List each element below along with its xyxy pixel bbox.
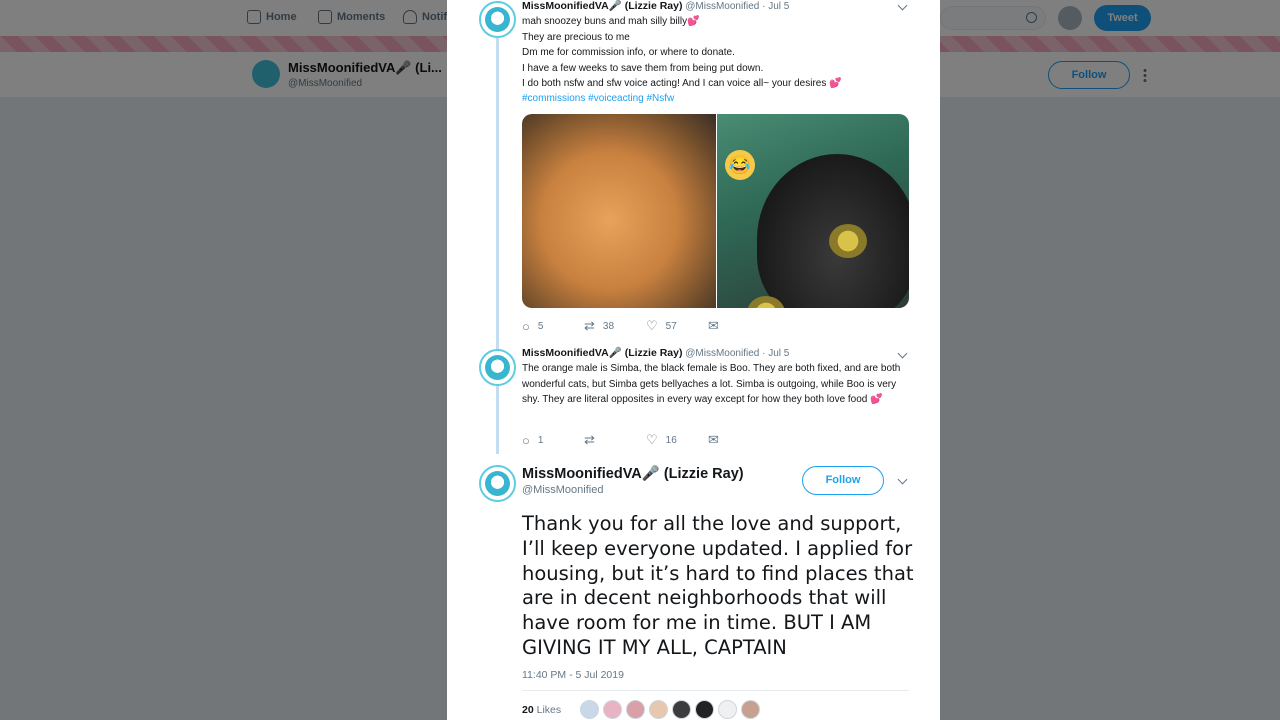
heart-icon: ♡ <box>646 318 658 333</box>
envelope-icon: ✉ <box>708 318 719 333</box>
tweet-text-line: They are precious to me <box>522 31 630 43</box>
retweet-button[interactable]: ⇄ 38 <box>584 318 646 334</box>
liker-avatar[interactable] <box>626 700 645 719</box>
liker-avatar[interactable] <box>718 700 737 719</box>
tweet-timestamp[interactable]: 11:40 PM - 5 Jul 2019 <box>522 669 624 681</box>
heart-icon: ♡ <box>646 432 658 447</box>
photo-black-cat[interactable]: 😂 <box>717 114 909 308</box>
retweet-icon: ⇄ <box>584 432 595 447</box>
cat-eye <box>829 224 867 258</box>
liker-avatar[interactable] <box>672 700 691 719</box>
reply-button[interactable]: ○ 1 <box>522 433 584 448</box>
tweet-detail-modal: MissMoonifiedVA🎤 (Lizzie Ray) @MissMooni… <box>447 0 940 720</box>
direct-message-button[interactable]: ✉ <box>708 432 770 448</box>
liker-avatars <box>580 700 760 719</box>
thread-connector-line <box>496 38 499 454</box>
tweet-header: MissMoonifiedVA🎤 (Lizzie Ray) @MissMooni… <box>522 346 909 361</box>
tweet-header: MissMoonifiedVA🎤 (Lizzie Ray) @MissMooni… <box>522 0 912 14</box>
liker-avatar[interactable] <box>741 700 760 719</box>
chevron-down-icon[interactable] <box>897 474 908 485</box>
direct-message-button[interactable]: ✉ <box>708 318 770 334</box>
tweet-handle-date[interactable]: @MissMoonified · Jul 5 <box>685 1 789 12</box>
retweet-button[interactable]: ⇄ <box>584 432 646 448</box>
main-tweet-author-name[interactable]: MissMoonifiedVA🎤 (Lizzie Ray) <box>522 465 744 482</box>
tweet-text-line: Dm me for commission info, or where to d… <box>522 47 735 59</box>
tweet-media-grid[interactable]: 😂 <box>522 114 909 308</box>
liker-avatar[interactable] <box>695 700 714 719</box>
tweet-text-line: mah snoozey buns and mah silly billy💕 <box>522 16 700 28</box>
liker-avatar[interactable] <box>603 700 622 719</box>
tweet-actions: ○ 1 ⇄ ♡ 16 ✉ <box>522 432 770 448</box>
tweet-handle-date[interactable]: @MissMoonified · Jul 5 <box>685 348 789 359</box>
thread-tweet-1: MissMoonifiedVA🎤 (Lizzie Ray) @MissMooni… <box>522 0 912 107</box>
main-tweet-handle[interactable]: @MissMoonified <box>522 484 603 496</box>
tweet-author-name[interactable]: MissMoonifiedVA🎤 (Lizzie Ray) <box>522 347 682 359</box>
envelope-icon: ✉ <box>708 432 719 447</box>
main-tweet-text: Thank you for all the love and support, … <box>522 512 914 659</box>
liker-avatar[interactable] <box>580 700 599 719</box>
tweet-text-line: I have a few weeks to save them from bei… <box>522 62 764 74</box>
divider <box>522 690 909 691</box>
like-button[interactable]: ♡ 16 <box>646 432 708 448</box>
like-button[interactable]: ♡ 57 <box>646 318 708 334</box>
tweet-actions: ○ 5 ⇄ 38 ♡ 57 ✉ <box>522 318 770 334</box>
reply-icon: ○ <box>522 318 530 334</box>
tweet-author-name[interactable]: MissMoonifiedVA🎤 (Lizzie Ray) <box>522 0 682 12</box>
tweet-text: The orange male is Simba, the black fema… <box>522 363 901 406</box>
liker-avatar[interactable] <box>649 700 668 719</box>
tweet-text-line: I do both nsfw and sfw voice acting! And… <box>522 78 842 90</box>
retweet-icon: ⇄ <box>584 318 595 333</box>
reply-icon: ○ <box>522 432 530 448</box>
follow-button[interactable]: Follow <box>802 466 884 495</box>
photo-orange-cat[interactable] <box>522 114 716 308</box>
thread-tweet-2: MissMoonifiedVA🎤 (Lizzie Ray) @MissMooni… <box>522 346 909 408</box>
hashtags-link[interactable]: #commissions #voiceacting #Nsfw <box>522 91 912 106</box>
main-tweet-avatar[interactable] <box>479 465 516 502</box>
tweet-avatar[interactable] <box>479 349 516 386</box>
laughing-emoji-icon: 😂 <box>725 150 755 180</box>
reply-button[interactable]: ○ 5 <box>522 319 584 334</box>
tweet-avatar[interactable] <box>479 1 516 38</box>
likes-count[interactable]: 20 Likes <box>522 704 561 716</box>
